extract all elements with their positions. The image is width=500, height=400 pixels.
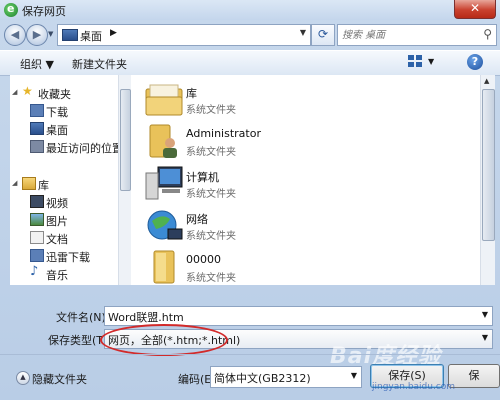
folder-icon <box>153 250 175 284</box>
thunder-download-icon <box>30 249 44 262</box>
cancel-button[interactable]: 保 <box>448 364 500 388</box>
list-item[interactable]: Administrator 系统文件夹 <box>141 121 471 165</box>
encoding-value[interactable]: 简体中文(GB2312) <box>214 370 311 386</box>
save-dialog: e 保存网页 ✕ ◀ ▶ ▼ 桌面 ▶ ▼ ⟳ ⚲ 组织 ▼ 新建文件夹 ▼ ?… <box>0 0 500 400</box>
music-icon: ♪ <box>30 264 39 279</box>
filetype-dropdown-icon[interactable]: ▼ <box>482 333 488 342</box>
crumb-arrow-icon[interactable]: ▶ <box>110 28 117 38</box>
list-item[interactable]: 库 系统文件夹 <box>141 79 471 123</box>
view-dropdown-icon[interactable]: ▼ <box>428 57 434 66</box>
hide-folders-label[interactable]: 隐藏文件夹 <box>32 371 87 387</box>
file-type: 系统文件夹 <box>186 105 236 116</box>
scrollbar-thumb[interactable] <box>120 89 131 191</box>
document-icon <box>30 231 44 244</box>
collapse-icon[interactable]: ◢ <box>12 88 17 96</box>
sidebar-item-music[interactable]: ♪ 音乐 <box>10 264 128 282</box>
desktop-icon <box>30 122 44 135</box>
address-bar-row: ◀ ▶ ▼ 桌面 ▶ ▼ ⟳ ⚲ <box>0 22 500 48</box>
title-bar[interactable]: e 保存网页 ✕ <box>0 0 500 20</box>
back-button[interactable]: ◀ <box>4 24 26 46</box>
address-bar[interactable]: 桌面 ▶ ▼ <box>57 24 311 46</box>
library-icon <box>22 177 36 190</box>
divider <box>0 354 500 355</box>
filename-input[interactable]: Word联盟.htm ▼ <box>104 306 493 326</box>
encoding-dropdown-icon[interactable]: ▼ <box>351 371 357 380</box>
forward-button[interactable]: ▶ <box>26 24 48 46</box>
sidebar-item-downloads[interactable]: 下载 <box>10 101 128 119</box>
file-list-scrollbar[interactable]: ▲ <box>480 75 495 285</box>
sidebar-item-recent-places[interactable]: 最近访问的位置 <box>10 137 128 155</box>
help-button[interactable]: ? <box>467 54 483 70</box>
sidebar-item-videos[interactable]: 视频 <box>10 192 128 210</box>
collapse-icon[interactable]: ◢ <box>12 179 17 187</box>
video-icon <box>30 195 44 208</box>
scroll-up-icon[interactable]: ▲ <box>484 77 489 85</box>
search-icon[interactable]: ⚲ <box>483 27 492 41</box>
address-dropdown-icon[interactable]: ▼ <box>300 28 306 37</box>
ie-icon: e <box>4 2 18 17</box>
recent-places-icon <box>30 140 44 153</box>
list-item[interactable]: 网络 系统文件夹 <box>141 205 471 249</box>
filename-value[interactable]: Word联盟.htm <box>108 309 184 325</box>
computer-icon <box>145 166 183 200</box>
file-name: 网络 <box>186 213 208 226</box>
star-icon: ★ <box>22 84 33 98</box>
recent-pages-dropdown-icon[interactable]: ▼ <box>48 30 53 38</box>
list-item[interactable]: 00000 系统文件夹 <box>141 247 471 285</box>
file-list: 库 系统文件夹 Administrator 系统文件夹 计算机 系统文件夹 网络… <box>131 75 480 285</box>
file-name: 00000 <box>186 253 221 266</box>
filename-label: 文件名(N): <box>56 311 110 324</box>
close-button[interactable]: ✕ <box>454 0 496 19</box>
user-folder-icon <box>149 124 177 158</box>
toolbar: 组织 ▼ 新建文件夹 ▼ ? <box>0 50 500 76</box>
search-box[interactable]: ⚲ <box>337 24 497 46</box>
file-type: 系统文件夹 <box>186 231 236 242</box>
sidebar-item-pictures[interactable]: 图片 <box>10 210 128 228</box>
organize-button[interactable]: 组织 ▼ <box>20 56 54 72</box>
picture-icon <box>30 213 44 226</box>
view-options-icon[interactable] <box>408 55 424 69</box>
file-type: 系统文件夹 <box>186 273 236 284</box>
refresh-button[interactable]: ⟳ <box>311 24 335 46</box>
library-folder-icon <box>145 84 183 116</box>
filename-dropdown-icon[interactable]: ▼ <box>482 310 488 319</box>
sidebar-item-favorites[interactable]: ◢ ★ 收藏夹 <box>10 83 128 101</box>
navigation-pane: ◢ ★ 收藏夹 下载 桌面 最近访问的位置 ◢ 库 视频 图片 文档 迅雷下载 … <box>10 75 128 285</box>
desktop-icon <box>62 29 78 41</box>
scrollbar-thumb[interactable] <box>482 89 495 241</box>
list-item[interactable]: 计算机 系统文件夹 <box>141 163 471 207</box>
network-icon <box>147 210 183 240</box>
navigation-pane-scrollbar[interactable] <box>118 75 131 285</box>
encoding-select[interactable]: 简体中文(GB2312) ▼ <box>210 366 362 388</box>
file-name: 计算机 <box>186 171 219 184</box>
file-name: 库 <box>186 87 197 100</box>
new-folder-button[interactable]: 新建文件夹 <box>72 56 127 72</box>
file-type: 系统文件夹 <box>186 147 236 158</box>
address-crumb[interactable]: 桌面 <box>80 28 102 44</box>
file-name: Administrator <box>186 127 261 140</box>
watermark-url: jingyan.baidu.com <box>372 382 456 392</box>
chevron-up-icon[interactable]: ▲ <box>16 371 30 385</box>
sidebar-item-libraries[interactable]: ◢ 库 <box>10 174 128 192</box>
sidebar-item-documents[interactable]: 文档 <box>10 228 128 246</box>
search-input[interactable] <box>340 26 478 44</box>
file-type: 系统文件夹 <box>186 189 236 200</box>
highlight-oval <box>100 324 228 356</box>
window-title: 保存网页 <box>22 5 66 18</box>
sidebar-item-desktop[interactable]: 桌面 <box>10 119 128 137</box>
sidebar-item-thunder-downloads[interactable]: 迅雷下载 <box>10 246 128 264</box>
download-folder-icon <box>30 104 44 117</box>
